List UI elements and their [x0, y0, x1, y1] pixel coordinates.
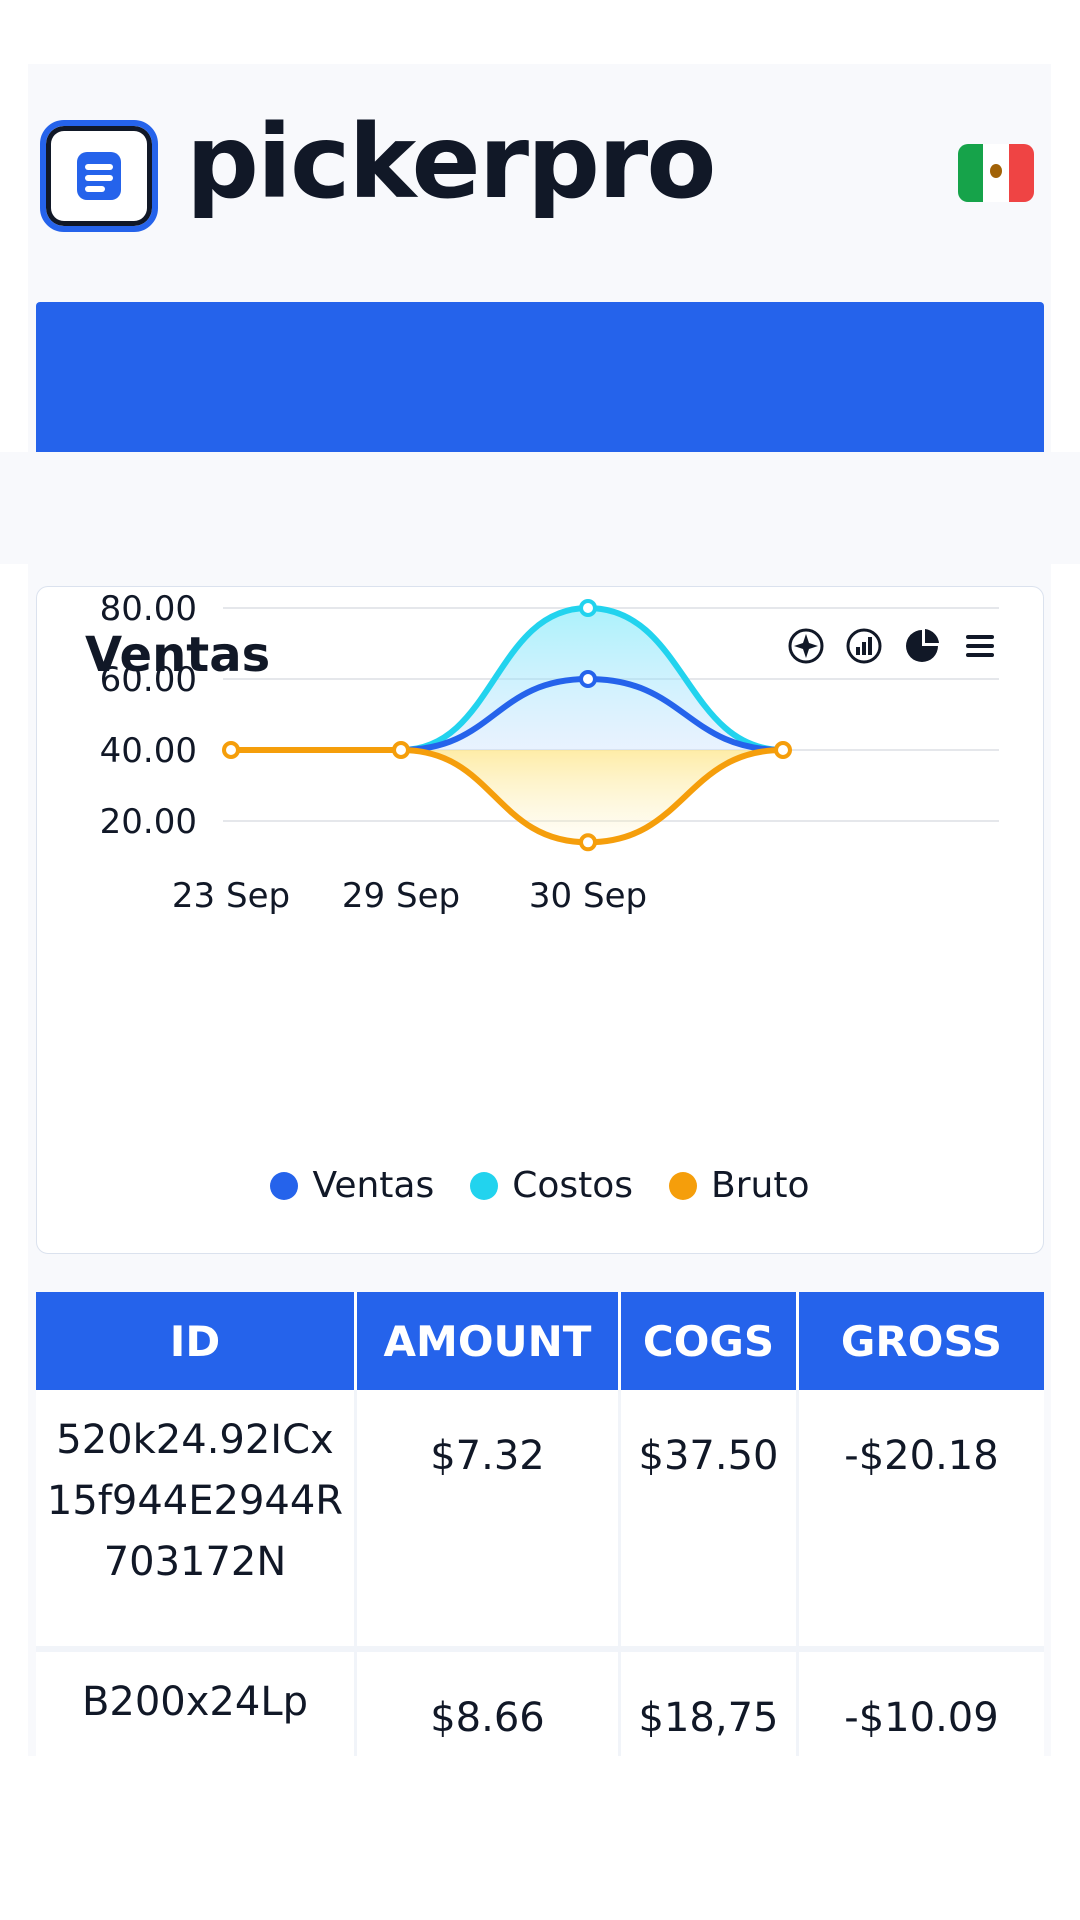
point-bruto[interactable] [222, 741, 240, 759]
legend-label: Ventas [312, 1165, 435, 1206]
column-header-id[interactable]: ID [36, 1292, 357, 1390]
point-bruto[interactable] [774, 741, 792, 759]
legend-label: Bruto [711, 1165, 810, 1206]
cell-gross: -$20.18 [799, 1390, 1044, 1652]
viewport: pickerpro Ventas 80.00 60.00 40.00 20.00… [0, 0, 1080, 1756]
legend-label: Costos [512, 1165, 634, 1206]
cell-cogs: $18,75 [621, 1652, 799, 1756]
legend-swatch [270, 1171, 299, 1200]
point-bruto[interactable] [392, 741, 410, 759]
y-tick-label: 60.00 [100, 660, 197, 700]
legend-item-bruto[interactable]: Bruto [669, 1165, 810, 1206]
column-header-amount[interactable]: AMOUNT [357, 1292, 621, 1390]
legend-swatch [470, 1171, 499, 1200]
legend-swatch [669, 1171, 698, 1200]
cell-amount: $7.32 [357, 1390, 621, 1652]
document-icon [77, 152, 121, 200]
brand-name: pickerpro [186, 103, 716, 222]
cell-cogs: $37.50 [621, 1390, 799, 1652]
point-bruto[interactable] [579, 833, 597, 852]
table-row[interactable]: B200x24Lp $8.66 $18,75 -$10.09 [36, 1652, 1044, 1756]
app-logo[interactable] [40, 120, 158, 232]
sales-chart-card: Ventas 80.00 60.00 40.00 20.00 23 Sep 29 Sep 3… [36, 586, 1044, 1254]
column-header-cogs[interactable]: COGS [621, 1292, 799, 1390]
area-bruto [231, 750, 783, 843]
y-tick-label: 80.00 [100, 589, 197, 629]
sales-table: ID AMOUNT COGS GROSS 520k24.92ICx15f944E… [36, 1292, 1044, 1756]
cell-amount: $8.66 [357, 1652, 621, 1756]
x-tick-label: 29 Sep [342, 876, 460, 916]
legend-item-costos[interactable]: Costos [470, 1165, 633, 1206]
cell-gross: -$10.09 [799, 1652, 1044, 1756]
legend-item-ventas[interactable]: Ventas [270, 1165, 434, 1206]
x-tick-label: 30 Sep [529, 876, 647, 916]
y-tick-label: 20.00 [100, 802, 197, 842]
chart-legend: Ventas Costos Bruto [37, 1165, 1043, 1206]
sales-line-chart: 80.00 60.00 40.00 20.00 23 Sep 29 Sep 30 Sep [100, 589, 999, 916]
point-ventas[interactable] [579, 670, 597, 688]
point-costos[interactable] [579, 599, 597, 617]
language-flag-mexico[interactable] [958, 144, 1034, 202]
y-tick-label: 40.00 [100, 731, 197, 771]
x-tick-label: 23 Sep [172, 876, 290, 916]
page-strip [0, 452, 1080, 564]
cell-id: 520k24.92ICx15f944E2944R703172N [36, 1390, 357, 1652]
column-header-gross[interactable]: GROSS [799, 1292, 1044, 1390]
table-row[interactable]: 520k24.92ICx15f944E2944R703172N $7.32 $3… [36, 1390, 1044, 1652]
hero-banner [36, 302, 1044, 454]
cell-id: B200x24Lp [36, 1652, 357, 1756]
app-header: pickerpro [28, 64, 1051, 304]
table-header-row: ID AMOUNT COGS GROSS [36, 1292, 1044, 1390]
